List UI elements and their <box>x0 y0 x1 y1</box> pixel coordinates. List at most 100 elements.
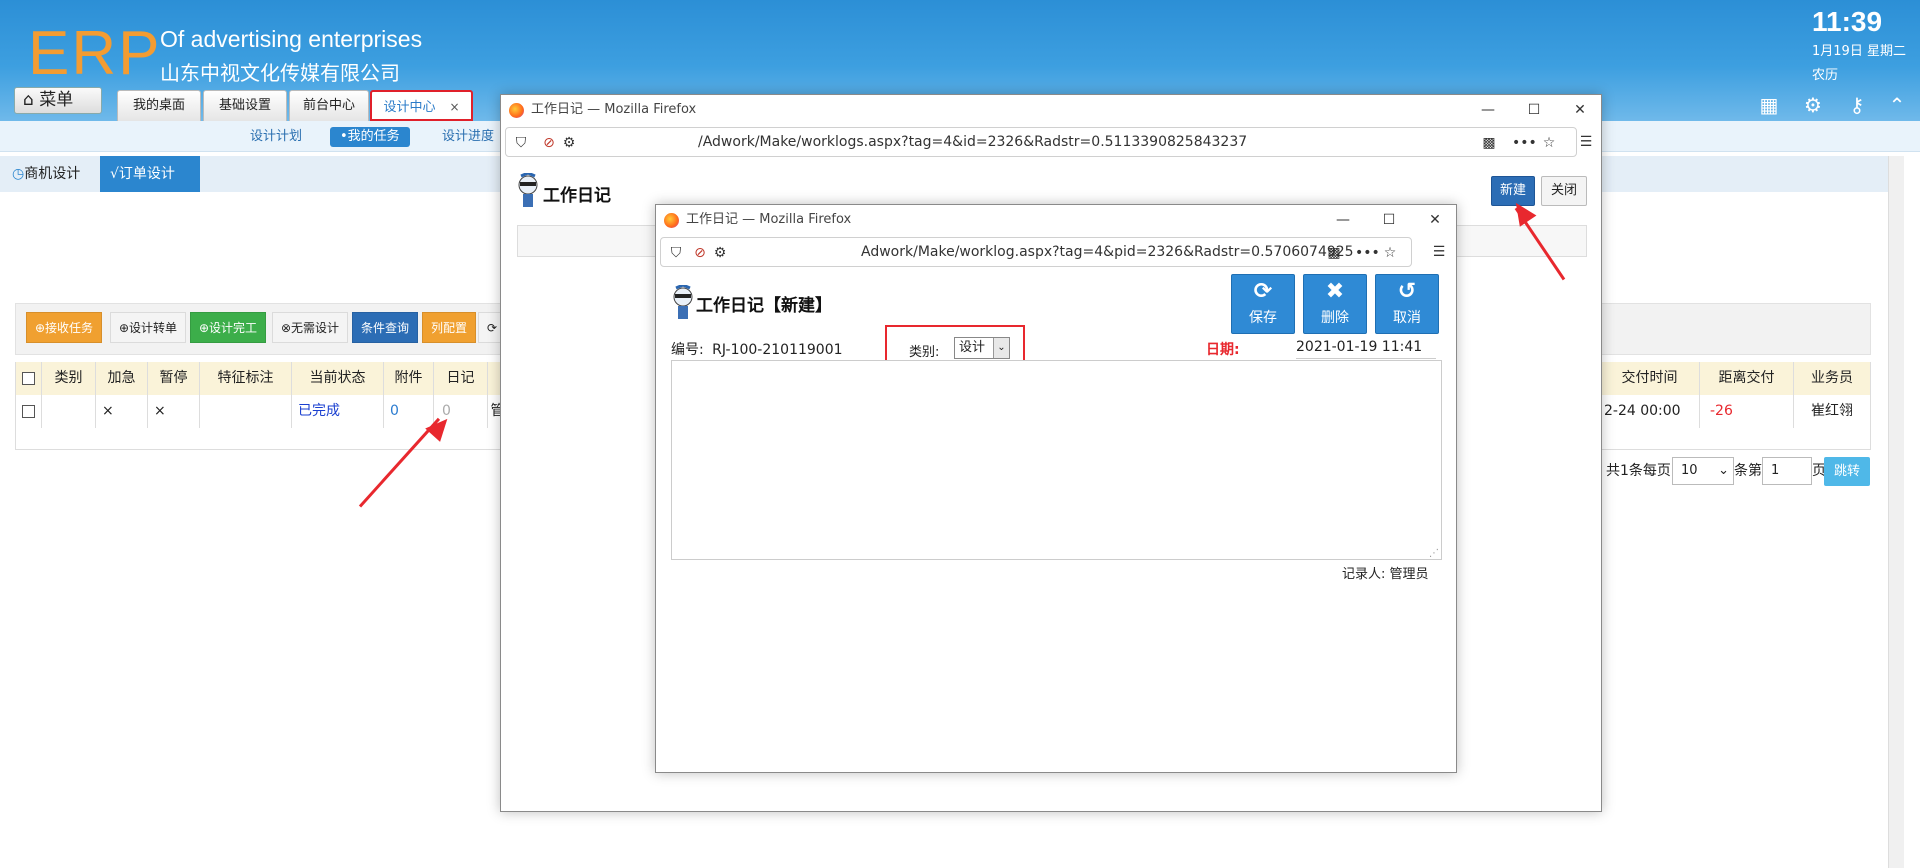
recorder-label: 记录人: <box>1342 567 1386 582</box>
maximize-icon[interactable]: ☐ <box>1511 95 1557 125</box>
new-button[interactable]: 新建 <box>1491 176 1535 206</box>
firefox-logo-icon <box>509 103 524 118</box>
row-checkbox[interactable] <box>16 395 42 428</box>
outer-url-text: /Adwork/Make/worklogs.aspx?tag=4&id=2326… <box>698 134 1248 150</box>
insecure-lock-icon[interactable]: ⊘ <box>691 244 709 262</box>
number-label: 编号: <box>671 342 704 358</box>
home-icon: ⌂ <box>23 90 34 110</box>
inner-url-bar[interactable]: ⛉ ⊘ ⚙ Adwork/Make/worklog.aspx?tag=4&pid… <box>660 237 1412 267</box>
permissions-icon[interactable]: ⚙ <box>560 134 578 152</box>
subnav-design-plan[interactable]: 设计计划 <box>250 127 302 147</box>
select-all-checkbox[interactable] <box>16 362 42 395</box>
hamburger-menu-icon[interactable]: ☰ <box>1577 133 1595 151</box>
shield-icon[interactable]: ⛉ <box>512 134 530 152</box>
company-name-en: Of advertising enterprises <box>160 26 423 52</box>
page-size-select[interactable]: 10 ⌄ <box>1672 457 1734 485</box>
lunar-label: 农历 <box>1812 68 1839 83</box>
shield-icon[interactable]: ⛉ <box>667 244 685 262</box>
tab-order-design[interactable]: √订单设计 <box>100 156 200 192</box>
col-feature: 特征标注 <box>200 362 292 395</box>
mascot-icon <box>670 283 696 321</box>
close-window-icon[interactable]: ✕ <box>1557 95 1603 125</box>
pager-summary: 共1条每页 <box>1606 463 1671 479</box>
layout-icon[interactable]: ▦ <box>1756 92 1782 118</box>
col-paused: 暂停 <box>148 362 200 395</box>
outer-page-title: 工作日记 <box>543 186 611 206</box>
outer-url-bar[interactable]: ⛉ ⊘ ⚙ /Adwork/Make/worklogs.aspx?tag=4&i… <box>505 127 1577 157</box>
bookmark-star-icon[interactable]: ☆ <box>1540 134 1558 152</box>
cell-attachment-link[interactable]: 0 <box>384 395 434 428</box>
refresh-icon: ⟳ <box>1253 279 1273 304</box>
inner-url-text: Adwork/Make/worklog.aspx?tag=4&pid=2326&… <box>861 244 1354 260</box>
pager-middle: 条第 <box>1734 463 1762 479</box>
cell-urgent: × <box>96 395 148 428</box>
page-scrollbar[interactable] <box>1888 156 1904 868</box>
close-tab-icon[interactable]: × <box>449 100 459 114</box>
finish-design-button[interactable]: ⊕设计完工 <box>190 312 267 343</box>
menu-button[interactable]: ⌂ 菜单 <box>14 87 102 114</box>
resize-handle-icon: ⋰ <box>1429 548 1439 559</box>
gear-icon[interactable]: ⚙ <box>1800 92 1826 118</box>
col-status: 当前状态 <box>292 362 384 395</box>
key-icon[interactable]: ⚷ <box>1844 92 1870 118</box>
date-label: 1月19日 星期二 <box>1812 44 1906 59</box>
cancel-button[interactable]: ↺ 取消 <box>1375 274 1439 334</box>
receive-task-button[interactable]: ⊕接收任务 <box>26 312 103 343</box>
qr-icon[interactable]: ▩ <box>1325 244 1343 262</box>
cell-distance: -26 <box>1700 395 1794 428</box>
query-button[interactable]: 条件查询 <box>352 312 419 343</box>
mascot-icon <box>515 171 541 209</box>
no-design-button[interactable]: ⊗无需设计 <box>272 312 349 343</box>
tab-my-desktop[interactable]: 我的桌面 <box>117 90 201 121</box>
bookmark-star-icon[interactable]: ☆ <box>1381 244 1399 262</box>
col-category: 类别 <box>42 362 96 395</box>
menu-label: 菜单 <box>39 90 74 110</box>
close-window-icon[interactable]: ✕ <box>1412 205 1458 235</box>
cell-salesman: 崔红翎 <box>1794 395 1870 428</box>
cell-paused: × <box>148 395 200 428</box>
date-input[interactable]: 2021-01-19 11:41 <box>1296 339 1436 359</box>
jump-button[interactable]: 跳转 <box>1824 457 1870 486</box>
col-delivery-time: 交付时间 <box>1600 362 1700 395</box>
maximize-icon[interactable]: ☐ <box>1366 205 1412 235</box>
minimize-icon[interactable]: — <box>1465 95 1511 125</box>
permissions-icon[interactable]: ⚙ <box>711 244 729 262</box>
inner-firefox-window: 工作日记 — Mozilla Firefox — ☐ ✕ ⛉ ⊘ ⚙ Adwor… <box>655 204 1457 773</box>
date-label: 日期: <box>1206 342 1240 358</box>
page-number-input[interactable]: 1 <box>1762 457 1812 485</box>
minimize-icon[interactable]: — <box>1320 205 1366 235</box>
col-urgent: 加急 <box>96 362 148 395</box>
recorder-value: 管理员 <box>1389 567 1429 582</box>
column-config-button[interactable]: 列配置 <box>422 312 477 343</box>
col-diary: 日记 <box>434 362 488 395</box>
tab-design-center[interactable]: 设计中心 × <box>370 90 473 121</box>
erp-logo: ERP <box>28 19 162 88</box>
collapse-icon[interactable]: ⌃ <box>1884 92 1910 118</box>
number-field: 编号: RJ-100-210119001 <box>671 339 843 359</box>
clock: 11:39 <box>1812 6 1883 37</box>
tab-opportunity-design[interactable]: ◷商机设计 <box>2 156 90 192</box>
x-icon: ✖ <box>1325 279 1345 304</box>
recorder-field: 记录人: 管理员 <box>1342 563 1429 582</box>
hamburger-menu-icon[interactable]: ☰ <box>1430 243 1448 261</box>
tab-basic-settings[interactable]: 基础设置 <box>203 90 287 121</box>
number-value: RJ-100-210119001 <box>712 342 843 358</box>
company-name-cn: 山东中视文化传媒有限公司 <box>160 61 400 85</box>
inner-page-title: 工作日记【新建】 <box>696 296 832 316</box>
transfer-design-button[interactable]: ⊕设计转单 <box>110 312 187 343</box>
clock-icon: ◷ <box>12 166 25 182</box>
diary-content-textarea[interactable]: ⋰ <box>671 360 1442 560</box>
tab-front-center[interactable]: 前台中心 <box>289 90 369 121</box>
chevron-down-icon: ⌄ <box>1718 463 1729 478</box>
qr-icon[interactable]: ▩ <box>1480 134 1498 152</box>
subnav-my-tasks[interactable]: •我的任务 <box>330 127 410 147</box>
delete-button[interactable]: ✖ 删除 <box>1303 274 1367 334</box>
more-icon[interactable]: ••• <box>1512 134 1537 152</box>
close-button[interactable]: 关闭 <box>1541 176 1587 206</box>
save-button[interactable]: ⟳ 保存 <box>1231 274 1295 334</box>
subnav-design-progress[interactable]: 设计进度 <box>442 127 494 147</box>
more-icon[interactable]: ••• <box>1355 244 1380 262</box>
cell-delivery-time: 2-24 00:00 <box>1600 395 1700 428</box>
insecure-lock-icon[interactable]: ⊘ <box>540 134 558 152</box>
firefox-logo-icon <box>664 213 679 228</box>
